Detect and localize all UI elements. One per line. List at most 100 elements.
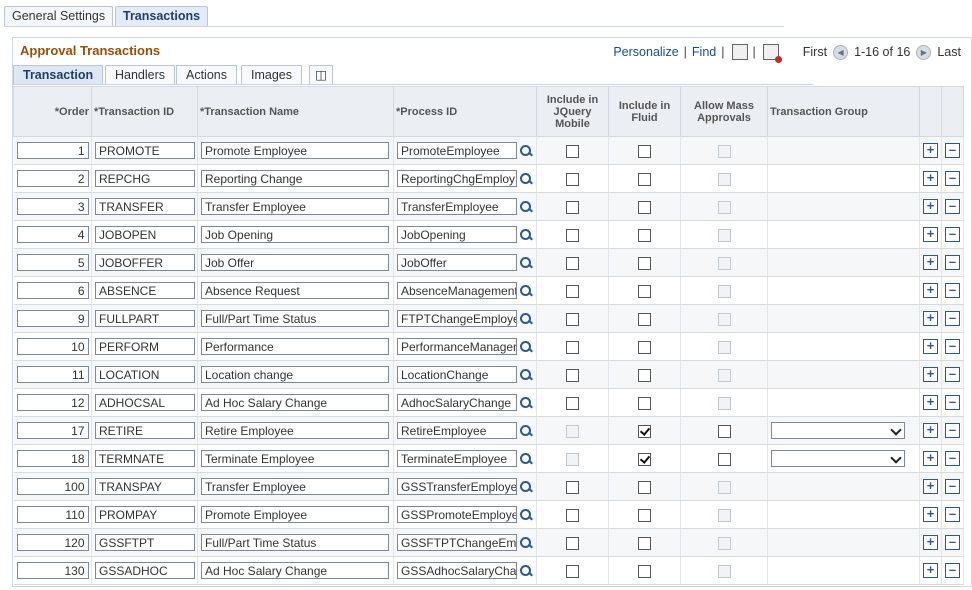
magnifier-icon[interactable] xyxy=(519,564,533,578)
order-input[interactable]: 4 xyxy=(16,226,89,243)
tab-transactions[interactable]: Transactions xyxy=(115,6,209,26)
magnifier-icon[interactable] xyxy=(519,424,533,438)
include-jquery-checkbox[interactable] xyxy=(566,228,579,242)
transaction-name-input[interactable]: Full/Part Time Status xyxy=(201,534,389,551)
col-include-jquery-mobile[interactable]: Include in JQuery Mobile xyxy=(536,86,609,137)
process-id-input[interactable]: JobOpening xyxy=(397,226,517,243)
include-fluid-checkbox[interactable] xyxy=(638,144,651,158)
plus-icon[interactable]: + xyxy=(923,199,938,214)
include-fluid-checkbox[interactable] xyxy=(638,564,651,578)
col-transaction-group[interactable]: Transaction Group xyxy=(767,86,920,137)
process-id-input[interactable]: PerformanceManager xyxy=(397,338,517,355)
magnifier-icon[interactable] xyxy=(519,396,533,410)
minus-icon[interactable]: – xyxy=(945,311,960,326)
order-input[interactable]: 3 xyxy=(16,198,89,215)
include-fluid-checkbox[interactable] xyxy=(638,536,651,550)
process-id-input[interactable]: AbsenceManagement xyxy=(397,282,517,299)
allow-mass-approvals-checkbox[interactable] xyxy=(717,452,731,466)
col-order[interactable]: *Order xyxy=(13,86,92,137)
tab-handlers[interactable]: Handlers xyxy=(105,65,176,84)
plus-icon[interactable]: + xyxy=(923,367,938,382)
transaction-id-input[interactable]: ABSENCE xyxy=(95,282,195,299)
transaction-name-input[interactable]: Transfer Employee xyxy=(201,198,389,215)
order-input[interactable]: 9 xyxy=(16,310,89,327)
process-id-input[interactable]: GSSAdhocSalaryCha xyxy=(397,562,517,579)
transaction-id-input[interactable]: FULLPART xyxy=(95,310,195,327)
include-jquery-checkbox[interactable] xyxy=(566,200,579,214)
minus-icon[interactable]: – xyxy=(945,143,960,158)
transaction-group-select[interactable] xyxy=(771,450,905,467)
last-link[interactable]: Last xyxy=(937,45,961,59)
minus-icon[interactable]: – xyxy=(945,423,960,438)
transaction-name-input[interactable]: Promote Employee xyxy=(201,142,389,159)
minus-icon[interactable]: – xyxy=(945,507,960,522)
plus-icon[interactable]: + xyxy=(923,143,938,158)
include-fluid-checkbox[interactable] xyxy=(638,480,651,494)
process-id-input[interactable]: TransferEmployee xyxy=(397,198,517,215)
transaction-id-input[interactable]: JOBOFFER xyxy=(95,254,195,271)
process-id-input[interactable]: GSSPromoteEmploye xyxy=(397,506,517,523)
transaction-name-input[interactable]: Performance xyxy=(201,338,389,355)
process-id-input[interactable]: FTPTChangeEmploye xyxy=(397,310,517,327)
order-input[interactable]: 11 xyxy=(16,366,89,383)
transaction-id-input[interactable]: JOBOPEN xyxy=(95,226,195,243)
plus-icon[interactable]: + xyxy=(923,535,938,550)
transaction-id-input[interactable]: RETIRE xyxy=(95,422,195,439)
magnifier-icon[interactable] xyxy=(519,368,533,382)
include-jquery-checkbox[interactable] xyxy=(566,256,579,270)
include-fluid-checkbox[interactable] xyxy=(638,508,651,522)
include-fluid-checkbox[interactable] xyxy=(638,312,651,326)
plus-icon[interactable]: + xyxy=(923,423,938,438)
transaction-name-input[interactable]: Reporting Change xyxy=(201,170,389,187)
transaction-group-select[interactable] xyxy=(771,422,905,439)
magnifier-icon[interactable] xyxy=(519,228,533,242)
include-jquery-checkbox[interactable] xyxy=(566,480,579,494)
transaction-id-input[interactable]: REPCHG xyxy=(95,170,195,187)
order-input[interactable]: 120 xyxy=(16,534,89,551)
plus-icon[interactable]: + xyxy=(923,311,938,326)
order-input[interactable]: 5 xyxy=(16,254,89,271)
include-fluid-checkbox[interactable] xyxy=(638,228,651,242)
col-include-fluid[interactable]: Include in Fluid xyxy=(608,86,681,137)
order-input[interactable]: 1 xyxy=(16,142,89,159)
tab-images[interactable]: Images xyxy=(241,65,302,84)
process-id-input[interactable]: JobOffer xyxy=(397,254,517,271)
include-jquery-checkbox[interactable] xyxy=(566,340,579,354)
include-jquery-checkbox[interactable] xyxy=(566,508,579,522)
transaction-name-input[interactable]: Full/Part Time Status xyxy=(201,310,389,327)
transaction-id-input[interactable]: TRANSFER xyxy=(95,198,195,215)
transaction-name-input[interactable]: Terminate Employee xyxy=(201,450,389,467)
order-input[interactable]: 17 xyxy=(16,422,89,439)
transaction-id-input[interactable]: PERFORM xyxy=(95,338,195,355)
transaction-id-input[interactable]: GSSFTPT xyxy=(95,534,195,551)
minus-icon[interactable]: – xyxy=(945,395,960,410)
include-jquery-checkbox[interactable] xyxy=(566,172,579,186)
include-jquery-checkbox[interactable] xyxy=(566,284,579,298)
transaction-id-input[interactable]: PROMPAY xyxy=(95,506,195,523)
include-jquery-checkbox[interactable] xyxy=(566,396,579,410)
order-input[interactable]: 2 xyxy=(16,170,89,187)
magnifier-icon[interactable] xyxy=(519,480,533,494)
transaction-id-input[interactable]: TRANSPAY xyxy=(95,478,195,495)
transaction-name-input[interactable]: Job Opening xyxy=(201,226,389,243)
plus-icon[interactable]: + xyxy=(923,339,938,354)
include-jquery-checkbox[interactable] xyxy=(566,144,579,158)
transaction-name-input[interactable]: Absence Request xyxy=(201,282,389,299)
minus-icon[interactable]: – xyxy=(945,535,960,550)
transaction-name-input[interactable]: Ad Hoc Salary Change xyxy=(201,562,389,579)
include-fluid-checkbox[interactable] xyxy=(638,172,651,186)
include-fluid-checkbox[interactable] xyxy=(638,284,651,298)
col-transaction-name[interactable]: *Transaction Name xyxy=(197,86,394,137)
plus-icon[interactable]: + xyxy=(923,227,938,242)
minus-icon[interactable]: – xyxy=(945,255,960,270)
process-id-input[interactable]: GSSFTPTChangeEm xyxy=(397,534,517,551)
include-fluid-checkbox[interactable] xyxy=(638,452,651,466)
transaction-name-input[interactable]: Transfer Employee xyxy=(201,478,389,495)
col-process-id[interactable]: *Process ID xyxy=(393,86,537,137)
include-fluid-checkbox[interactable] xyxy=(638,256,651,270)
transaction-name-input[interactable]: Job Offer xyxy=(201,254,389,271)
magnifier-icon[interactable] xyxy=(519,508,533,522)
include-jquery-checkbox[interactable] xyxy=(566,564,579,578)
include-fluid-checkbox[interactable] xyxy=(638,396,651,410)
order-input[interactable]: 110 xyxy=(16,506,89,523)
